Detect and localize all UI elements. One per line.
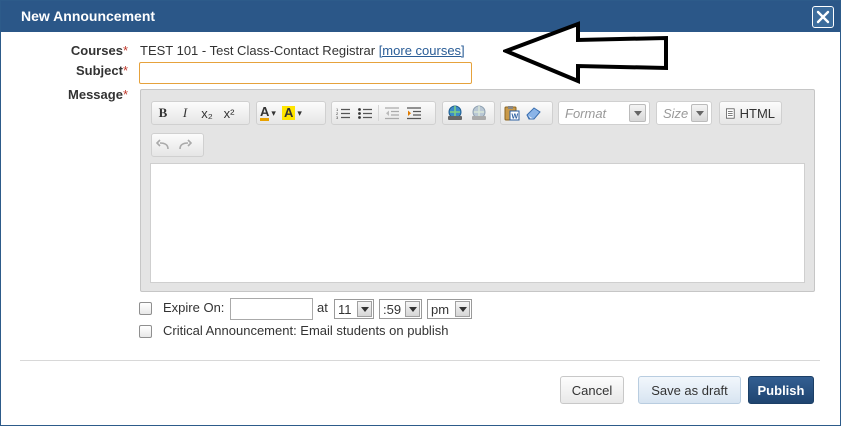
basic-style-group: B I x₂ x² (151, 101, 250, 125)
outdent-button[interactable] (381, 102, 403, 124)
superscript-button[interactable]: x² (218, 102, 240, 124)
expire-label: Expire On: (163, 300, 225, 315)
message-label-text: Message (68, 87, 123, 102)
chevron-down-icon: ▾ (297, 107, 302, 118)
paste-from-word-button[interactable]: W (501, 102, 523, 124)
unlink-icon (472, 105, 486, 120)
annotation-arrow (503, 21, 668, 84)
background-color-icon: A (282, 105, 296, 120)
chevron-down-icon (691, 104, 708, 122)
required-mark: * (122, 43, 128, 58)
publish-button[interactable]: Publish (748, 376, 814, 404)
message-label: Message* (8, 87, 128, 102)
ampm-select[interactable]: pm (427, 299, 472, 319)
list-group: 123 (331, 101, 436, 125)
cancel-button[interactable]: Cancel (560, 376, 624, 404)
required-mark: * (122, 87, 128, 102)
hour-value: 11 (338, 302, 352, 317)
subscript-button[interactable]: x₂ (196, 102, 218, 124)
more-courses-link[interactable]: [more courses] (379, 43, 465, 58)
bulleted-list-icon (358, 107, 372, 119)
dialog-titlebar: New Announcement (1, 1, 840, 32)
format-placeholder: Format (565, 106, 607, 121)
courses-value-text: TEST 101 - Test Class-Contact Registrar (140, 43, 376, 58)
redo-button[interactable] (174, 134, 196, 156)
text-color-button[interactable]: A ▾ (257, 102, 279, 124)
link-group (442, 101, 495, 125)
subject-label-text: Subject (75, 63, 123, 78)
link-icon (448, 105, 462, 120)
size-placeholder: Size (663, 106, 689, 121)
close-button[interactable] (812, 6, 834, 28)
chevron-down-icon (357, 301, 372, 317)
svg-text:3: 3 (336, 115, 339, 120)
source-icon (726, 107, 735, 119)
color-group: A ▾ A ▾ (256, 101, 326, 125)
format-select[interactable]: Format (558, 101, 650, 125)
undo-button[interactable] (152, 134, 174, 156)
subject-label: Subject* (8, 63, 128, 78)
hour-select[interactable]: 11 (334, 299, 374, 319)
close-icon (816, 10, 830, 24)
chevron-down-icon (405, 301, 420, 317)
html-label: HTML (739, 105, 775, 121)
minute-select[interactable]: :59 (379, 299, 422, 319)
dialog-title: New Announcement (21, 8, 156, 24)
remove-format-button[interactable] (523, 102, 545, 124)
redo-icon (179, 139, 192, 150)
subject-input[interactable] (139, 62, 472, 84)
courses-value: TEST 101 - Test Class-Contact Registrar … (140, 43, 465, 58)
svg-text:W: W (512, 114, 519, 121)
message-body-area[interactable] (150, 163, 805, 283)
outdent-icon (385, 106, 399, 119)
clipboard-group: W (500, 101, 553, 125)
expire-date-input[interactable] (230, 298, 313, 320)
history-group (151, 133, 204, 157)
footer-divider (20, 360, 820, 361)
at-label: at (317, 300, 328, 315)
background-color-button[interactable]: A ▾ (279, 102, 305, 124)
chevron-down-icon: ▾ (271, 107, 276, 118)
ampm-value: pm (431, 302, 450, 317)
toolbar-separator (378, 105, 379, 121)
save-as-draft-button[interactable]: Save as draft (638, 376, 741, 404)
text-color-icon: A (260, 104, 270, 121)
html-source-button[interactable]: HTML (720, 102, 781, 124)
chevron-down-icon (629, 104, 646, 122)
unlink-button[interactable] (467, 102, 491, 124)
new-announcement-dialog: New Announcement Courses* Subject* Messa… (0, 0, 841, 426)
bulleted-list-button[interactable] (354, 102, 376, 124)
eraser-icon (526, 107, 541, 120)
courses-label-text: Courses (70, 43, 123, 58)
critical-label: Critical Announcement: Email students on… (163, 323, 449, 338)
required-mark: * (122, 63, 128, 78)
italic-button[interactable]: I (174, 102, 196, 124)
message-editor: B I x₂ x² A ▾ A ▾ 123 W Format Size HTML (140, 89, 815, 292)
link-button[interactable] (443, 102, 467, 124)
undo-icon (156, 139, 169, 150)
numbered-list-icon: 123 (336, 107, 350, 120)
chevron-down-icon (455, 301, 470, 317)
source-group: HTML (719, 101, 782, 125)
numbered-list-button[interactable]: 123 (332, 102, 354, 124)
indent-icon (407, 106, 421, 119)
expire-checkbox[interactable] (139, 302, 152, 315)
indent-button[interactable] (403, 102, 425, 124)
size-select[interactable]: Size (656, 101, 712, 125)
paste-word-icon: W (504, 106, 520, 121)
minute-value: :59 (383, 302, 402, 317)
courses-label: Courses* (8, 43, 128, 58)
bold-button[interactable]: B (152, 102, 174, 124)
critical-checkbox[interactable] (139, 325, 152, 338)
